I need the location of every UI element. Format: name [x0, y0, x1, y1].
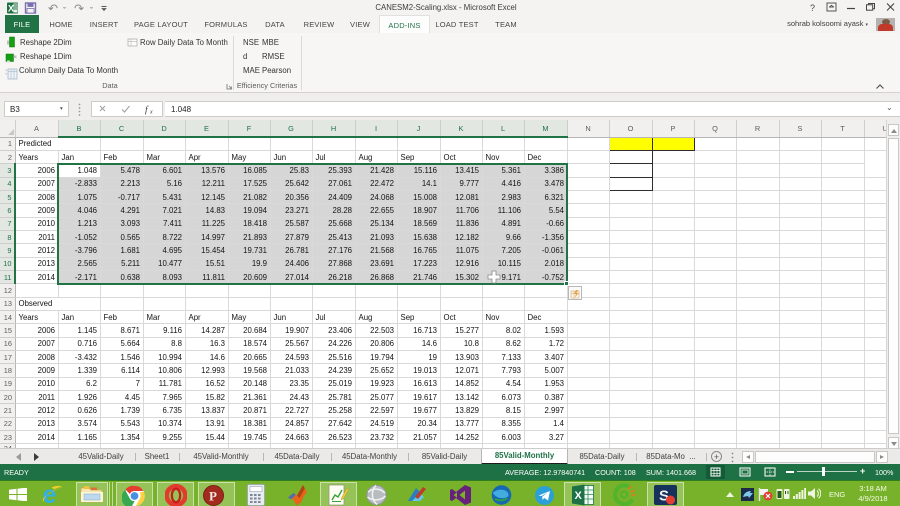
svg-text:X: X	[8, 4, 14, 14]
svg-text:↶: ↶	[48, 2, 58, 14]
svg-text:x: x	[149, 110, 153, 116]
svg-text:f: f	[145, 105, 149, 116]
svg-text:?: ?	[810, 3, 815, 13]
svg-text:e: e	[43, 483, 57, 506]
svg-text:X: X	[575, 490, 583, 502]
svg-text:↷: ↷	[74, 2, 84, 14]
svg-text:P: P	[209, 489, 217, 504]
